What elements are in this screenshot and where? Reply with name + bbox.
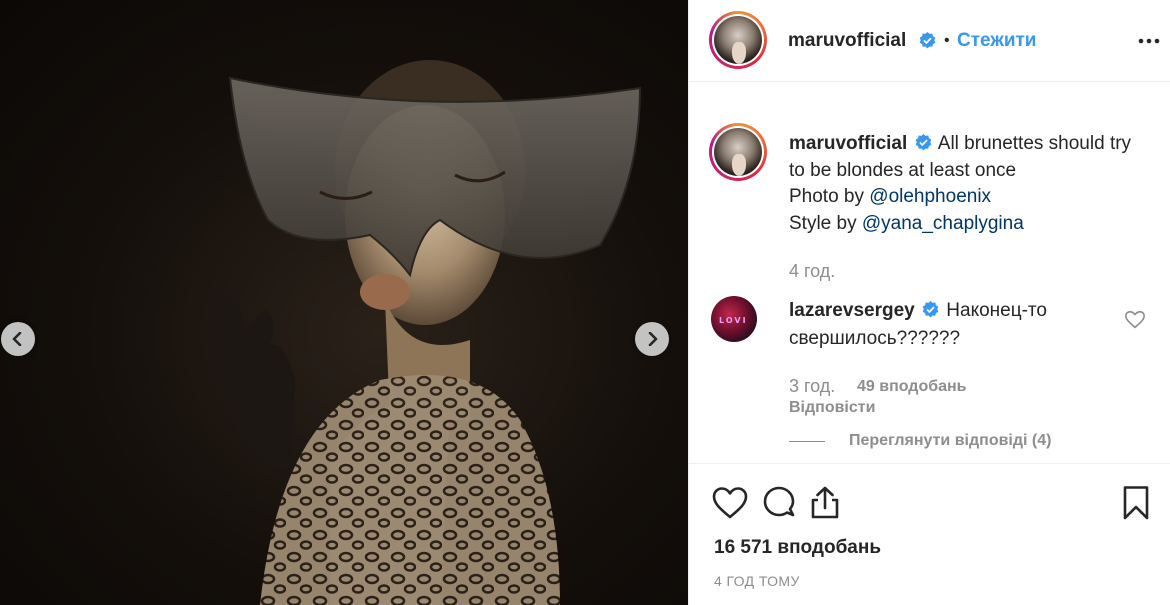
comments-section[interactable]: maruvofficial All brunettes should try t… xyxy=(689,83,1170,463)
comment-body: lazarevsergey Наконец-то свершилось?????… xyxy=(789,297,1119,353)
caption-timestamp[interactable]: 4 год. xyxy=(789,261,835,282)
post-timestamp[interactable]: 4 ГОД ТОМУ xyxy=(714,573,800,589)
post-caption: maruvofficial All brunettes should try t… xyxy=(789,131,1149,237)
caption-author-avatar[interactable] xyxy=(709,123,767,181)
follow-button[interactable]: Стежити xyxy=(957,30,1036,52)
comment-likes-count[interactable]: 49 вподобань xyxy=(857,378,967,396)
commenter-avatar[interactable]: LOVI xyxy=(711,296,757,342)
commenter-avatar-text: LOVI xyxy=(719,316,748,325)
more-options-icon[interactable] xyxy=(1136,28,1162,54)
comment-like-heart-icon[interactable] xyxy=(1124,309,1146,331)
verified-badge-icon xyxy=(915,134,931,151)
commenter-username[interactable]: lazarevsergey xyxy=(789,300,915,321)
style-credit-mention[interactable]: @yana_chaplygina xyxy=(862,213,1024,234)
chevron-right-icon xyxy=(648,332,658,346)
caption-author-avatar-image xyxy=(714,128,762,176)
post-side-panel: maruvofficial • Стежити maruvofficial Al… xyxy=(688,0,1170,605)
verified-badge-icon xyxy=(919,32,936,49)
previous-photo-button[interactable] xyxy=(1,322,35,356)
post-header: maruvofficial • Стежити xyxy=(689,0,1170,82)
verified-badge-icon xyxy=(922,301,939,318)
comment-timestamp[interactable]: 3 год. xyxy=(789,376,835,397)
heart-icon[interactable] xyxy=(711,484,749,522)
author-avatar-image xyxy=(714,16,762,64)
caption-username[interactable]: maruvofficial xyxy=(789,133,907,154)
share-icon[interactable] xyxy=(806,484,844,522)
style-credit-prefix: Style by xyxy=(789,212,862,234)
view-replies-button[interactable]: Переглянути відповіді (4) xyxy=(849,432,1051,450)
reply-button[interactable]: Відповісти xyxy=(789,399,875,417)
comment-icon[interactable] xyxy=(760,484,798,522)
post-likes-count[interactable]: 16 571 вподобань xyxy=(714,537,881,559)
photo-artwork xyxy=(211,60,642,605)
header-separator: • xyxy=(944,32,950,49)
post-actions: 16 571 вподобань 4 ГОД ТОМУ xyxy=(689,463,1170,605)
author-username[interactable]: maruvofficial xyxy=(788,30,906,52)
next-photo-button[interactable] xyxy=(635,322,669,356)
photo-credit-mention[interactable]: @olehphoenix xyxy=(869,186,991,207)
photo-credit-prefix: Photo by xyxy=(789,186,870,207)
author-avatar[interactable] xyxy=(709,11,767,69)
replies-divider xyxy=(789,441,825,442)
bookmark-icon[interactable] xyxy=(1117,484,1155,522)
chevron-left-icon xyxy=(12,332,22,346)
post-viewer: maruvofficial • Стежити maruvofficial Al… xyxy=(0,0,1170,605)
post-photo[interactable] xyxy=(0,0,688,605)
